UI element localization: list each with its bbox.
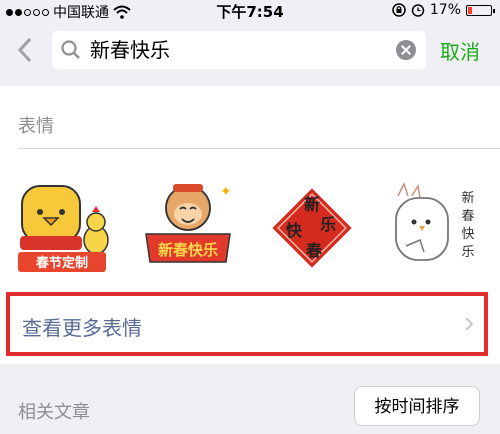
battery-percent: 17% [429,2,461,18]
fu-char: 快 [286,221,303,240]
divider [18,148,500,149]
bird-char: 新 [461,190,474,206]
sparkle-icon: ✦ [220,184,232,200]
battery-level [468,6,472,14]
bird-char: 春 [461,209,474,224]
status-right: 17% [392,2,495,18]
bird-sticker[interactable]: 新 春 快 乐 [386,178,486,278]
status-bar: 中国联通 下午7:54 17% [0,0,500,22]
search-input[interactable] [90,31,390,69]
sort-by-time-button[interactable]: 按时间排序 [354,386,480,426]
search-icon [61,40,80,59]
clear-search-icon[interactable] [396,40,416,60]
back-chevron-icon[interactable] [14,36,36,64]
fu-char: 春 [305,241,323,260]
battery-icon [466,4,495,16]
related-articles-title: 相关文章 [18,402,90,423]
bird-char: 快 [461,227,474,242]
more-emoji-row[interactable]: 查看更多表情 [6,292,488,356]
cancel-button[interactable]: 取消 [440,36,480,65]
fu-char: 新 [304,195,320,214]
more-emoji-label: 查看更多表情 [22,316,142,340]
stickers-section-title: 表情 [18,116,54,137]
chick-sticker[interactable]: 春节定制 [14,178,114,278]
sticker-caption: 春节定制 [35,255,88,271]
sticker-caption: 新春快乐 [158,241,218,259]
alarm-icon [411,4,425,17]
fu-char: 乐 [320,215,336,234]
chevron-right-icon [465,317,474,331]
monkey-sticker[interactable]: ✦ 新春快乐 [138,178,238,278]
bird-char: 乐 [461,245,474,260]
search-box[interactable] [52,31,426,69]
fu-sticker[interactable]: 新 快 乐 春 [262,178,362,278]
search-header: 取消 [0,26,500,76]
rotation-lock-icon [392,3,406,17]
